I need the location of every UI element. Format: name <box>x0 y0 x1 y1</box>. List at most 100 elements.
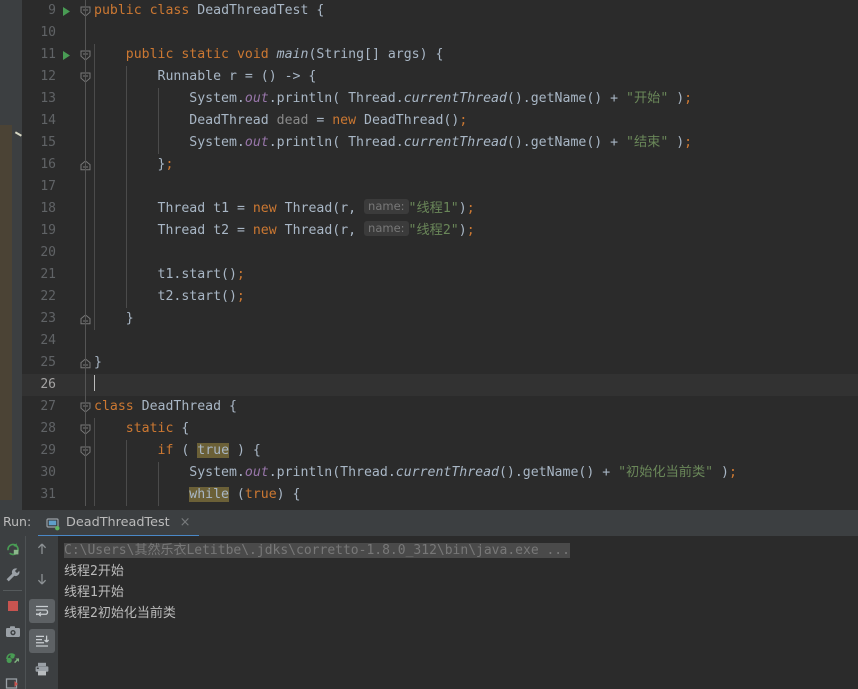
line-number: 23 <box>40 311 56 326</box>
fold-region-line <box>85 154 86 176</box>
rerun-button[interactable] <box>0 536 25 562</box>
line-number: 29 <box>40 443 56 458</box>
code-editor[interactable]: 9 public class DeadThreadTest { 10 11 publi… <box>0 0 858 510</box>
fold-region-line <box>85 264 86 286</box>
fold-region-line <box>85 132 86 154</box>
code-line[interactable]: 31 while (true) { <box>22 484 858 506</box>
code-text: System.out.println( Thread.currentThread… <box>189 135 693 150</box>
stop-button[interactable] <box>0 593 25 619</box>
code-text: public class DeadThreadTest { <box>94 3 325 18</box>
line-number: 28 <box>40 421 56 436</box>
code-text: while (true) { <box>189 487 301 502</box>
code-line[interactable]: 16 }; <box>22 154 858 176</box>
code-text: static { <box>125 421 190 436</box>
down-button[interactable] <box>26 566 58 596</box>
code-text: t1.start(); <box>94 267 245 282</box>
line-number: 13 <box>40 91 56 106</box>
code-line[interactable]: 17 <box>22 176 858 198</box>
soft-wrap-button[interactable] <box>26 596 58 626</box>
console-line[interactable]: 线程1开始 <box>64 582 858 603</box>
code-text: public static void main(String[] args) { <box>125 47 444 62</box>
code-line[interactable]: 10 <box>22 22 858 44</box>
fold-region-line <box>85 242 86 264</box>
console-line[interactable]: C:\Users\其然乐衣Letitbe\.jdks\corretto-1.8.… <box>64 540 858 561</box>
code-line[interactable]: 12 Runnable r = () -> { <box>22 66 858 88</box>
up-button[interactable] <box>26 536 58 566</box>
line-number: 21 <box>40 267 56 282</box>
code-line[interactable]: 20 <box>22 242 858 264</box>
line-number: 27 <box>40 399 56 414</box>
parameter-hint: name: <box>364 221 409 236</box>
scroll-to-end-button[interactable] <box>26 626 58 656</box>
dump-threads-button[interactable] <box>0 619 25 645</box>
resume-button[interactable] <box>0 671 25 689</box>
line-number: 26 <box>40 377 56 392</box>
line-number: 18 <box>40 201 56 216</box>
code-text: DeadThread dead = new DeadThread(); <box>189 113 468 128</box>
run-configuration-icon <box>46 516 60 530</box>
code-line[interactable]: 26 <box>22 374 858 396</box>
code-line[interactable]: 13 System.out.println( Thread.currentThr… <box>22 88 858 110</box>
console-output[interactable]: C:\Users\其然乐衣Letitbe\.jdks\corretto-1.8.… <box>58 536 858 689</box>
fold-region-line <box>85 396 86 418</box>
code-line[interactable]: 29 if ( true ) { <box>22 440 858 462</box>
console-line[interactable]: 线程2初始化当前类 <box>64 603 858 624</box>
fold-region-line <box>85 110 86 132</box>
console-line[interactable]: 线程2开始 <box>64 561 858 582</box>
code-line[interactable]: 22 t2.start(); <box>22 286 858 308</box>
editor-vertical-scrollbar[interactable] <box>12 0 34 510</box>
line-number: 25 <box>40 355 56 370</box>
line-number: 14 <box>40 113 56 128</box>
code-text: Runnable r = () -> { <box>157 69 317 84</box>
line-number: 31 <box>40 487 56 502</box>
code-line[interactable]: 21 t1.start(); <box>22 264 858 286</box>
code-line[interactable]: 14 DeadThread dead = new DeadThread(); <box>22 110 858 132</box>
code-line[interactable]: 19 Thread t2 = new Thread(r, name: "线程2")… <box>22 220 858 242</box>
indent-guide <box>94 176 95 198</box>
line-number: 16 <box>40 157 56 172</box>
code-text: } <box>94 355 102 370</box>
code-line[interactable]: 30 System.out.println(Thread.currentThre… <box>22 462 858 484</box>
fold-region-line <box>85 440 86 462</box>
code-text: System.out.println( Thread.currentThread… <box>189 91 693 106</box>
restart-button[interactable] <box>0 645 25 671</box>
code-line[interactable]: 23 } <box>22 308 858 330</box>
editor-marker-strip-highlight <box>0 125 12 500</box>
fold-region-line <box>85 198 86 220</box>
indent-guide <box>125 242 127 264</box>
code-line[interactable]: 28 static { <box>22 418 858 440</box>
fold-region-line <box>85 22 86 44</box>
code-line[interactable]: 15 System.out.println( Thread.currentThr… <box>22 132 858 154</box>
line-number: 10 <box>40 25 56 40</box>
run-tabbar: Run: DeadThreadTest × <box>0 510 858 537</box>
code-text: class DeadThread { <box>94 399 237 414</box>
fold-region-line <box>85 44 86 66</box>
code-line[interactable]: 11 public static void main(String[] args… <box>22 44 858 66</box>
fold-region-line <box>85 418 86 440</box>
line-number: 24 <box>40 333 56 348</box>
fold-region-line <box>85 88 86 110</box>
close-icon[interactable]: × <box>180 515 191 530</box>
code-line[interactable]: 27 class DeadThread { <box>22 396 858 418</box>
code-line[interactable]: 9 public class DeadThreadTest { <box>22 0 858 22</box>
code-line[interactable]: 25} <box>22 352 858 374</box>
fold-region-line <box>85 374 86 396</box>
run-tab-deadthreadtest[interactable]: DeadThreadTest × <box>38 510 199 537</box>
print-button[interactable] <box>26 656 58 686</box>
code-line[interactable]: 18 Thread t1 = new Thread(r, name: "线程1")… <box>22 198 858 220</box>
run-tool-window: Run: DeadThreadTest × C:\Users\其然乐衣Letit… <box>0 510 858 689</box>
line-number: 30 <box>40 465 56 480</box>
line-number: 11 <box>40 47 56 62</box>
fold-region-line <box>85 330 86 352</box>
fold-region-line <box>85 352 86 374</box>
code-lines-container[interactable]: 9 public class DeadThreadTest { 10 11 publi… <box>22 0 858 510</box>
line-number: 19 <box>40 223 56 238</box>
fold-region-line <box>85 286 86 308</box>
run-toolbar-secondary <box>25 536 59 689</box>
code-line[interactable]: 24 <box>22 330 858 352</box>
line-number: 22 <box>40 289 56 304</box>
fold-region-line <box>85 0 86 22</box>
settings-button[interactable] <box>0 562 25 588</box>
fold-region-line <box>85 66 86 88</box>
code-text: if ( true ) { <box>157 443 261 458</box>
